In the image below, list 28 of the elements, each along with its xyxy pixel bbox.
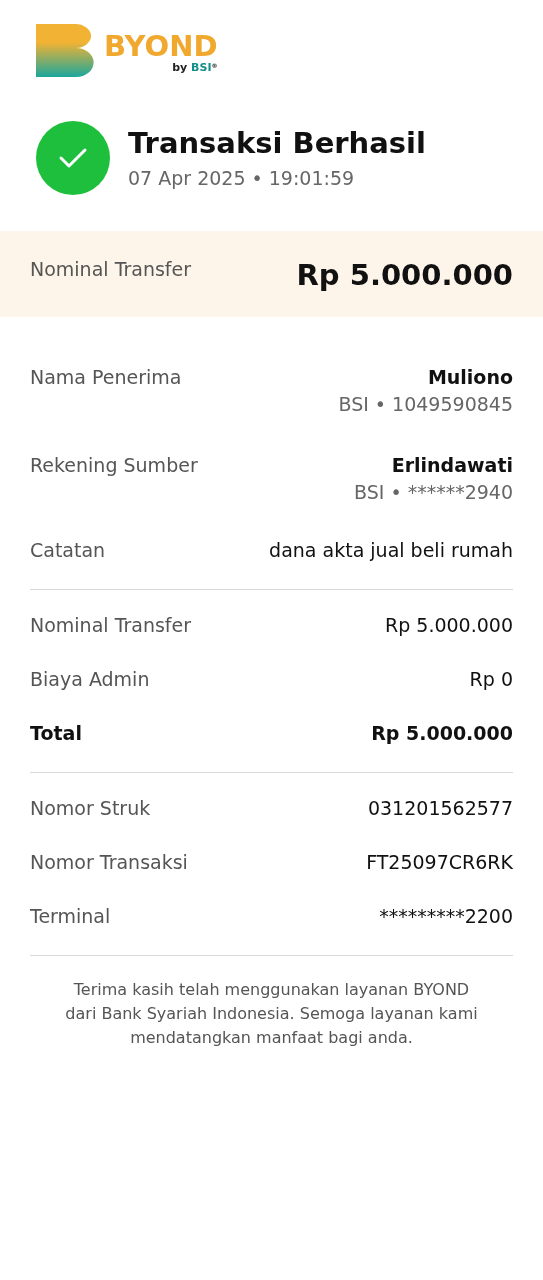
field-label: Total xyxy=(30,721,82,746)
field-label: Nomor Struk xyxy=(30,796,151,821)
field-label: Biaya Admin xyxy=(30,667,150,692)
field-detail: BSI • ******2940 xyxy=(354,480,513,505)
transaction-datetime: 07 Apr 2025 • 19:01:59 xyxy=(128,166,356,190)
logo-icon xyxy=(36,24,94,77)
field-value: dana akta jual beli rumah xyxy=(269,538,513,563)
field-value: *********2200 xyxy=(379,904,513,929)
field-label: Nomor Transaksi xyxy=(30,850,188,875)
field-value: Rp 5.000.000 xyxy=(371,721,513,746)
footer-message: Terima kasih telah menggunakan layanan BYOND dari Bank Syariah Indonesia. Semoga layanan kami mendatangkan manfaat bagi anda. xyxy=(64,979,479,1049)
field-value: FT25097CR6RK xyxy=(366,850,513,875)
field-value: 031201562577 xyxy=(367,796,513,821)
brand-tagline: by BSI$^{®}$ xyxy=(172,61,218,75)
field-label: Terminal xyxy=(30,904,111,929)
brand-name: BYOND xyxy=(104,31,218,61)
status-title: Transaksi Berhasil xyxy=(128,126,426,160)
field-value: Erlindawati xyxy=(391,453,513,478)
field-label: Nama Penerima xyxy=(30,365,182,390)
amount-label: Nominal Transfer xyxy=(30,257,192,282)
field-label: Catatan xyxy=(30,538,106,563)
field-value: Rp 5.000.000 xyxy=(385,613,513,638)
amount-value: Rp 5.000.000 xyxy=(296,257,513,294)
field-value: Muliono xyxy=(427,365,513,390)
field-value: Rp 0 xyxy=(469,667,513,692)
field-label: Nominal Transfer xyxy=(30,613,192,638)
field-label: Rekening Sumber xyxy=(30,453,198,478)
field-detail: BSI • 1049590845 xyxy=(338,392,513,417)
